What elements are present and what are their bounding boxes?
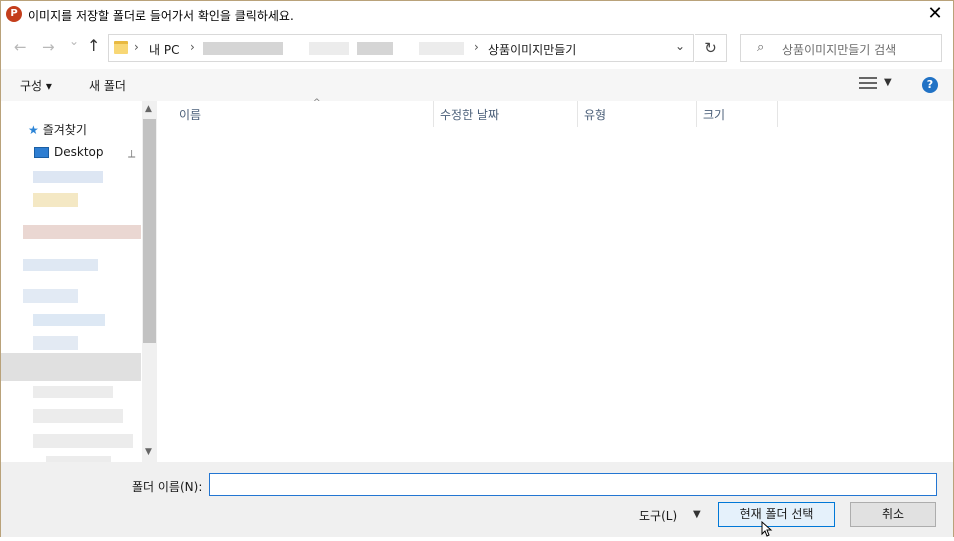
redacted-sidebar-item[interactable]: [1, 353, 141, 381]
column-header-size[interactable]: 크기: [697, 101, 778, 127]
redacted-sidebar-item[interactable]: [33, 171, 103, 183]
search-icon: ⌕: [757, 40, 765, 55]
redacted-sidebar-item[interactable]: [33, 386, 113, 398]
redacted-path: [357, 42, 393, 55]
file-list[interactable]: ^ 이름 수정한 날짜 유형 크기: [159, 98, 953, 462]
back-button[interactable]: ←: [14, 38, 27, 56]
address-bar[interactable]: › 내 PC › › 상품이미지만들기 ⌄: [108, 34, 694, 62]
redacted-path: [203, 42, 283, 55]
address-dropdown-icon[interactable]: ⌄: [675, 39, 685, 53]
redacted-sidebar-item[interactable]: [23, 225, 141, 239]
tools-menu[interactable]: 도구(L): [639, 507, 677, 524]
help-icon[interactable]: ?: [922, 77, 938, 93]
redacted-sidebar-item[interactable]: [33, 336, 78, 350]
desktop-icon: [34, 147, 49, 158]
navigation-pane: ★ 즐겨찾기 Desktop ⟂ ▲ ▼: [1, 101, 157, 462]
arrow-up-icon: ↑: [87, 36, 101, 55]
search-input[interactable]: ⌕ 상품이미지만들기 검색: [740, 34, 942, 62]
dialog-footer: 폴더 이름(N): 도구(L) ▼ 현재 폴더 선택 취소: [1, 462, 953, 537]
scroll-up-icon[interactable]: ▲: [145, 104, 152, 114]
sidebar-item-label: Desktop: [54, 145, 104, 159]
sort-ascending-icon: ^: [313, 98, 321, 108]
folder-name-label: 폴더 이름(N):: [132, 480, 203, 494]
mouse-pointer-icon: [761, 520, 773, 541]
powerpoint-icon: P: [6, 6, 22, 22]
title-bar: P 이미지를 저장할 폴더로 들어가서 확인을 클릭하세요. ✕: [1, 1, 953, 29]
breadcrumb-separator: ›: [474, 40, 479, 54]
view-dropdown-icon[interactable]: ▼: [884, 77, 892, 88]
star-icon: ★: [28, 123, 39, 137]
forward-button[interactable]: →: [42, 38, 55, 56]
column-header-name[interactable]: ^ 이름: [173, 98, 434, 127]
folder-icon: [114, 41, 128, 54]
redacted-sidebar-item[interactable]: [33, 193, 78, 207]
close-icon: ✕: [927, 3, 943, 24]
sidebar-item-desktop[interactable]: Desktop: [34, 145, 104, 159]
folder-select-dialog: P 이미지를 저장할 폴더로 들어가서 확인을 클릭하세요. ✕ ← → ⌄ ↑…: [0, 0, 954, 537]
column-header-label: 크기: [703, 108, 726, 122]
tools-dropdown-icon[interactable]: ▼: [693, 509, 701, 520]
sidebar-item-label: 즐겨찾기: [42, 123, 87, 137]
arrow-left-icon: ←: [14, 38, 27, 56]
up-button[interactable]: ↑: [87, 36, 100, 55]
column-header-label: 유형: [584, 108, 607, 122]
column-header-modified[interactable]: 수정한 날짜: [434, 101, 578, 127]
sidebar-item-favorites[interactable]: ★ 즐겨찾기: [28, 121, 87, 138]
breadcrumb-separator: ›: [134, 40, 139, 54]
pin-icon: ⟂: [128, 147, 136, 160]
cancel-button[interactable]: 취소: [850, 502, 936, 527]
refresh-icon: ↻: [704, 39, 717, 57]
command-toolbar: 구성 ▾ 새 폴더 ▼ ?: [1, 69, 953, 101]
scroll-down-icon[interactable]: ▼: [145, 447, 152, 457]
column-header-label: 이름: [179, 108, 202, 122]
close-button[interactable]: ✕: [917, 1, 953, 29]
column-header-type[interactable]: 유형: [578, 101, 697, 127]
chevron-down-icon: ⌄: [69, 34, 80, 48]
sidebar-scrollbar[interactable]: ▲ ▼: [142, 101, 157, 462]
redacted-path: [419, 42, 464, 55]
organize-menu[interactable]: 구성 ▾: [20, 77, 52, 94]
new-folder-button[interactable]: 새 폴더: [89, 77, 126, 94]
recent-locations-button[interactable]: ⌄: [69, 34, 79, 48]
select-folder-button[interactable]: 현재 폴더 선택: [718, 502, 835, 527]
redacted-sidebar-item[interactable]: [23, 259, 98, 271]
search-placeholder: 상품이미지만들기 검색: [782, 43, 897, 57]
redacted-sidebar-item[interactable]: [33, 434, 133, 448]
breadcrumb-this-pc[interactable]: 내 PC: [149, 41, 179, 58]
view-options-icon[interactable]: [859, 77, 877, 91]
folder-name-input[interactable]: [209, 473, 937, 496]
dialog-title: 이미지를 저장할 폴더로 들어가서 확인을 클릭하세요.: [28, 9, 294, 23]
arrow-right-icon: →: [42, 38, 55, 56]
redacted-sidebar-item[interactable]: [33, 314, 105, 326]
breadcrumb-current-folder[interactable]: 상품이미지만들기: [488, 41, 576, 58]
redacted-path: [309, 42, 349, 55]
refresh-button[interactable]: ↻: [695, 34, 727, 62]
redacted-sidebar-item[interactable]: [33, 409, 123, 423]
redacted-sidebar-item[interactable]: [23, 289, 78, 303]
breadcrumb-separator: ›: [190, 40, 195, 54]
column-header-label: 수정한 날짜: [440, 108, 500, 122]
scroll-thumb[interactable]: [143, 119, 156, 343]
